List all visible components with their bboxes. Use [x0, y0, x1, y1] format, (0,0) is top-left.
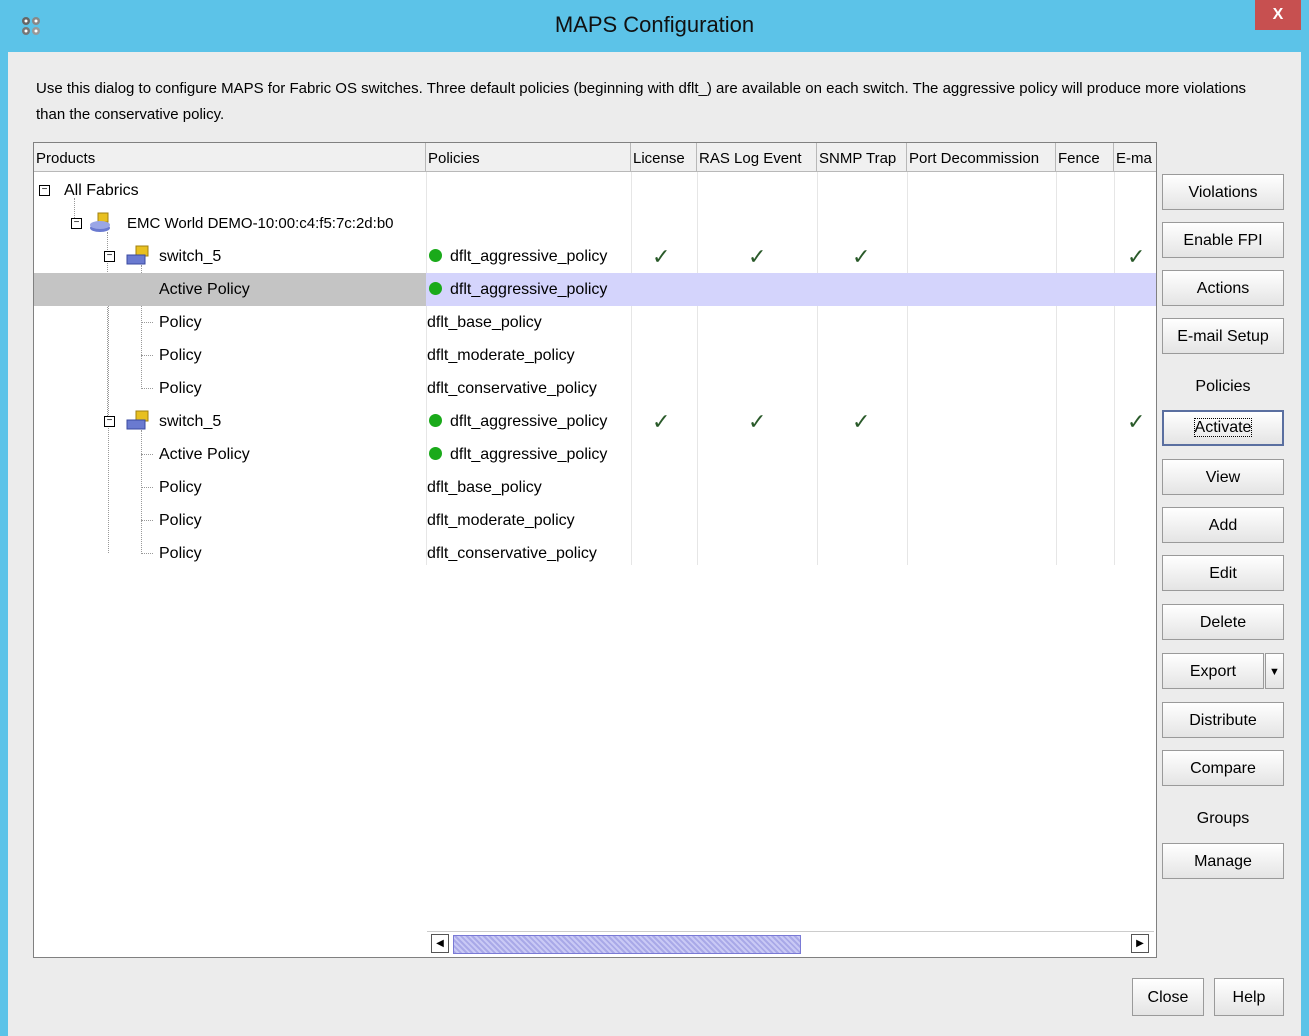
window-title: MAPS Configuration: [554, 12, 755, 37]
product-label: Policy: [159, 314, 202, 331]
policy-cell: dflt_aggressive_policy: [427, 438, 607, 471]
policies-group-label: Policies: [1195, 378, 1251, 395]
fabric-icon: [90, 212, 110, 232]
email-setup-button[interactable]: E-mail Setup: [1162, 318, 1284, 354]
collapse-toggle-icon[interactable]: −: [104, 251, 115, 262]
policy-name: dflt_aggressive_policy: [450, 281, 608, 298]
tree-row-switch[interactable]: − switch_5 dflt_aggressive_policy ✓ ✓ ✓ …: [34, 240, 1156, 273]
column-header-products[interactable]: Products: [34, 143, 426, 171]
horizontal-scrollbar[interactable]: ◀ ▶: [427, 931, 1154, 954]
collapse-toggle-icon[interactable]: −: [104, 416, 115, 427]
product-label: switch_5: [159, 413, 222, 430]
active-status-icon: [429, 447, 442, 460]
snmp-trap-check-icon: ✓: [852, 409, 871, 434]
view-button[interactable]: View: [1162, 459, 1284, 495]
policy-name: dflt_aggressive_policy: [450, 248, 608, 265]
export-dropdown-arrow-icon[interactable]: ▼: [1265, 653, 1284, 689]
policy-name: dflt_aggressive_policy: [450, 446, 608, 463]
policy-cell: dflt_aggressive_policy: [427, 405, 607, 438]
close-window-button[interactable]: X: [1255, 0, 1301, 30]
activate-label: Activate: [1193, 418, 1253, 437]
description-text: Use this dialog to configure MAPS for Fa…: [36, 80, 1247, 123]
delete-button[interactable]: Delete: [1162, 604, 1284, 640]
scroll-left-arrow-icon[interactable]: ◀: [431, 934, 449, 953]
policy-name: dflt_aggressive_policy: [450, 413, 608, 430]
manage-button[interactable]: Manage: [1162, 843, 1284, 879]
column-header-email[interactable]: E-ma: [1114, 143, 1156, 171]
add-button[interactable]: Add: [1162, 507, 1284, 543]
distribute-button[interactable]: Distribute: [1162, 702, 1284, 738]
enable-fpi-button[interactable]: Enable FPI: [1162, 222, 1284, 258]
policy-name: dflt_base_policy: [427, 479, 542, 496]
tree-row-policy[interactable]: Policy dflt_moderate_policy: [34, 504, 1156, 537]
active-status-icon: [429, 282, 442, 295]
tree-row-switch[interactable]: − switch_5 dflt_aggressive_policy ✓ ✓ ✓ …: [34, 405, 1156, 438]
ras-log-check-icon: ✓: [748, 409, 767, 434]
actions-button[interactable]: Actions: [1162, 270, 1284, 306]
product-label: Active Policy: [159, 446, 250, 463]
collapse-toggle-icon[interactable]: −: [39, 185, 50, 196]
column-header-snmp-trap[interactable]: SNMP Trap: [817, 143, 907, 171]
license-check-icon: ✓: [652, 409, 671, 434]
tree-row-policy[interactable]: Policy dflt_moderate_policy: [34, 339, 1156, 372]
policy-name: dflt_base_policy: [427, 314, 542, 331]
column-header-ras-log-event[interactable]: RAS Log Event: [697, 143, 817, 171]
product-label: Policy: [159, 545, 202, 562]
column-header-policies[interactable]: Policies: [426, 143, 631, 171]
scroll-right-arrow-icon[interactable]: ▶: [1131, 934, 1149, 953]
column-header-fence[interactable]: Fence: [1056, 143, 1114, 171]
license-check-icon: ✓: [652, 244, 671, 269]
product-label: switch_5: [159, 248, 222, 265]
tree-row-policy[interactable]: Policy dflt_base_policy: [34, 306, 1156, 339]
help-button[interactable]: Help: [1214, 978, 1284, 1016]
export-button[interactable]: Export: [1162, 653, 1264, 689]
product-label: All Fabrics: [64, 182, 139, 199]
tree-row-fabric[interactable]: − EMC World DEMO-10:00:c4:f5:7c:2d:b0: [34, 207, 1156, 240]
compare-button[interactable]: Compare: [1162, 750, 1284, 786]
tree-row-active-policy[interactable]: Active Policy dflt_aggressive_policy: [34, 273, 1156, 306]
title-bar: MAPS Configuration X: [0, 0, 1309, 52]
close-button[interactable]: Close: [1132, 978, 1204, 1016]
tree-row-active-policy[interactable]: Active Policy dflt_aggressive_policy: [34, 438, 1156, 471]
product-label: Policy: [159, 380, 202, 397]
tree-row-policy[interactable]: Policy dflt_conservative_policy: [34, 372, 1156, 405]
violations-button[interactable]: Violations: [1162, 174, 1284, 210]
tree-row-policy[interactable]: Policy dflt_conservative_policy: [34, 537, 1156, 570]
ras-log-check-icon: ✓: [748, 244, 767, 269]
edit-button[interactable]: Edit: [1162, 555, 1284, 591]
tree-row-policy[interactable]: Policy dflt_base_policy: [34, 471, 1156, 504]
product-label: Policy: [159, 479, 202, 496]
switch-icon: [126, 410, 149, 430]
scrollbar-thumb[interactable]: [453, 935, 801, 954]
activate-button[interactable]: Activate: [1162, 410, 1284, 446]
active-status-icon: [429, 414, 442, 427]
product-label: Policy: [159, 347, 202, 364]
switch-icon: [126, 245, 149, 265]
groups-group-label: Groups: [1196, 810, 1250, 827]
policy-cell: dflt_aggressive_policy: [427, 240, 607, 273]
product-label: Policy: [159, 512, 202, 529]
products-tree-table[interactable]: Products Policies License RAS Log Event …: [33, 142, 1157, 958]
column-header-license[interactable]: License: [631, 143, 697, 171]
tree-row-all-fabrics[interactable]: − All Fabrics: [34, 174, 1156, 207]
collapse-toggle-icon[interactable]: −: [71, 218, 82, 229]
policy-name: dflt_moderate_policy: [427, 512, 575, 529]
product-label: Active Policy: [159, 281, 250, 298]
policy-name: dflt_moderate_policy: [427, 347, 575, 364]
maps-configuration-window: MAPS Configuration X Use this dialog to …: [0, 0, 1309, 1036]
snmp-trap-check-icon: ✓: [852, 244, 871, 269]
product-label: EMC World DEMO-10:00:c4:f5:7c:2d:b0: [127, 215, 394, 232]
email-check-icon: ✓: [1127, 244, 1146, 269]
column-header-port-decommission[interactable]: Port Decommission: [907, 143, 1056, 171]
policy-cell: dflt_aggressive_policy: [427, 273, 607, 306]
table-header: Products Policies License RAS Log Event …: [34, 143, 1156, 172]
active-status-icon: [429, 249, 442, 262]
policy-name: dflt_conservative_policy: [427, 380, 597, 397]
policy-name: dflt_conservative_policy: [427, 545, 597, 562]
email-check-icon: ✓: [1127, 409, 1146, 434]
